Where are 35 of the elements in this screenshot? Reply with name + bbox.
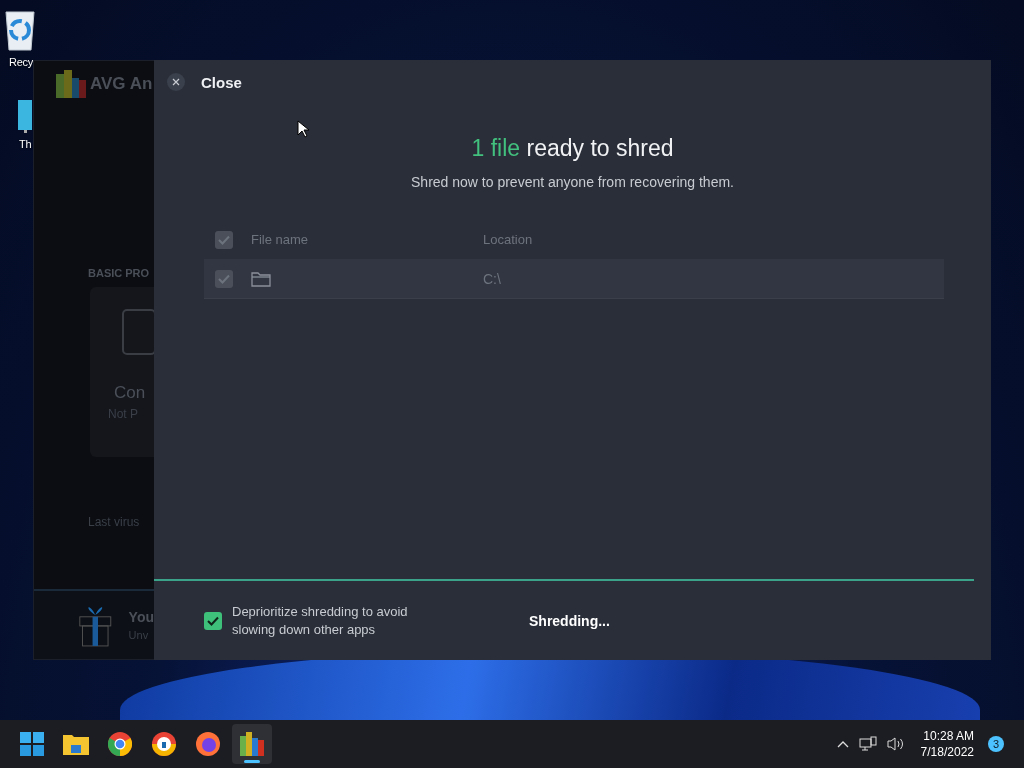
chrome-browser-icon bbox=[108, 732, 132, 756]
desktop-icon-label: Th bbox=[19, 138, 32, 150]
checkmark-icon bbox=[207, 615, 219, 626]
clock[interactable]: 10:28 AM 7/18/2022 bbox=[920, 728, 974, 760]
volume-icon[interactable] bbox=[886, 736, 905, 752]
column-header: File name bbox=[250, 232, 310, 247]
close-button[interactable]: Close bbox=[167, 73, 242, 91]
shredding-status: Shredding... bbox=[529, 612, 610, 629]
firefox-browser-icon bbox=[196, 732, 220, 756]
dialog-title: 1 file ready to shred bbox=[470, 135, 675, 162]
folder-icon bbox=[63, 733, 89, 755]
desktop-icon-label: Recy bbox=[9, 56, 33, 68]
dialog-subtitle: Shred now to prevent anyone from recovering them. bbox=[410, 174, 735, 190]
notification-badge[interactable]: 3 bbox=[988, 736, 1004, 752]
checkmark-icon bbox=[218, 234, 230, 245]
secure-browser-icon bbox=[152, 732, 176, 756]
deprioritize-checkbox[interactable] bbox=[204, 611, 222, 630]
table-cell: C:\ bbox=[483, 270, 501, 287]
avg-app-icon bbox=[240, 732, 264, 756]
column-header: Location bbox=[483, 232, 533, 247]
promo-title: You bbox=[128, 609, 154, 625]
network-icon[interactable] bbox=[858, 736, 877, 752]
checkmark-icon bbox=[218, 273, 230, 284]
windows-start-icon bbox=[20, 732, 44, 756]
chevron-up-icon[interactable] bbox=[836, 740, 849, 748]
folder-icon bbox=[251, 270, 271, 287]
checkbox-label: Deprioritize shredding to avoid slowing down other apps bbox=[232, 602, 409, 639]
app-name: AVG An bbox=[90, 74, 153, 94]
close-icon bbox=[167, 73, 185, 91]
section-heading: BASIC PRO bbox=[88, 267, 151, 279]
monitor-icon[interactable] bbox=[18, 98, 32, 134]
mouse-pointer-icon bbox=[297, 120, 309, 138]
app-logo-icon bbox=[56, 70, 86, 98]
card-title: Con bbox=[114, 383, 146, 403]
taskbar-app-button[interactable] bbox=[232, 724, 272, 764]
